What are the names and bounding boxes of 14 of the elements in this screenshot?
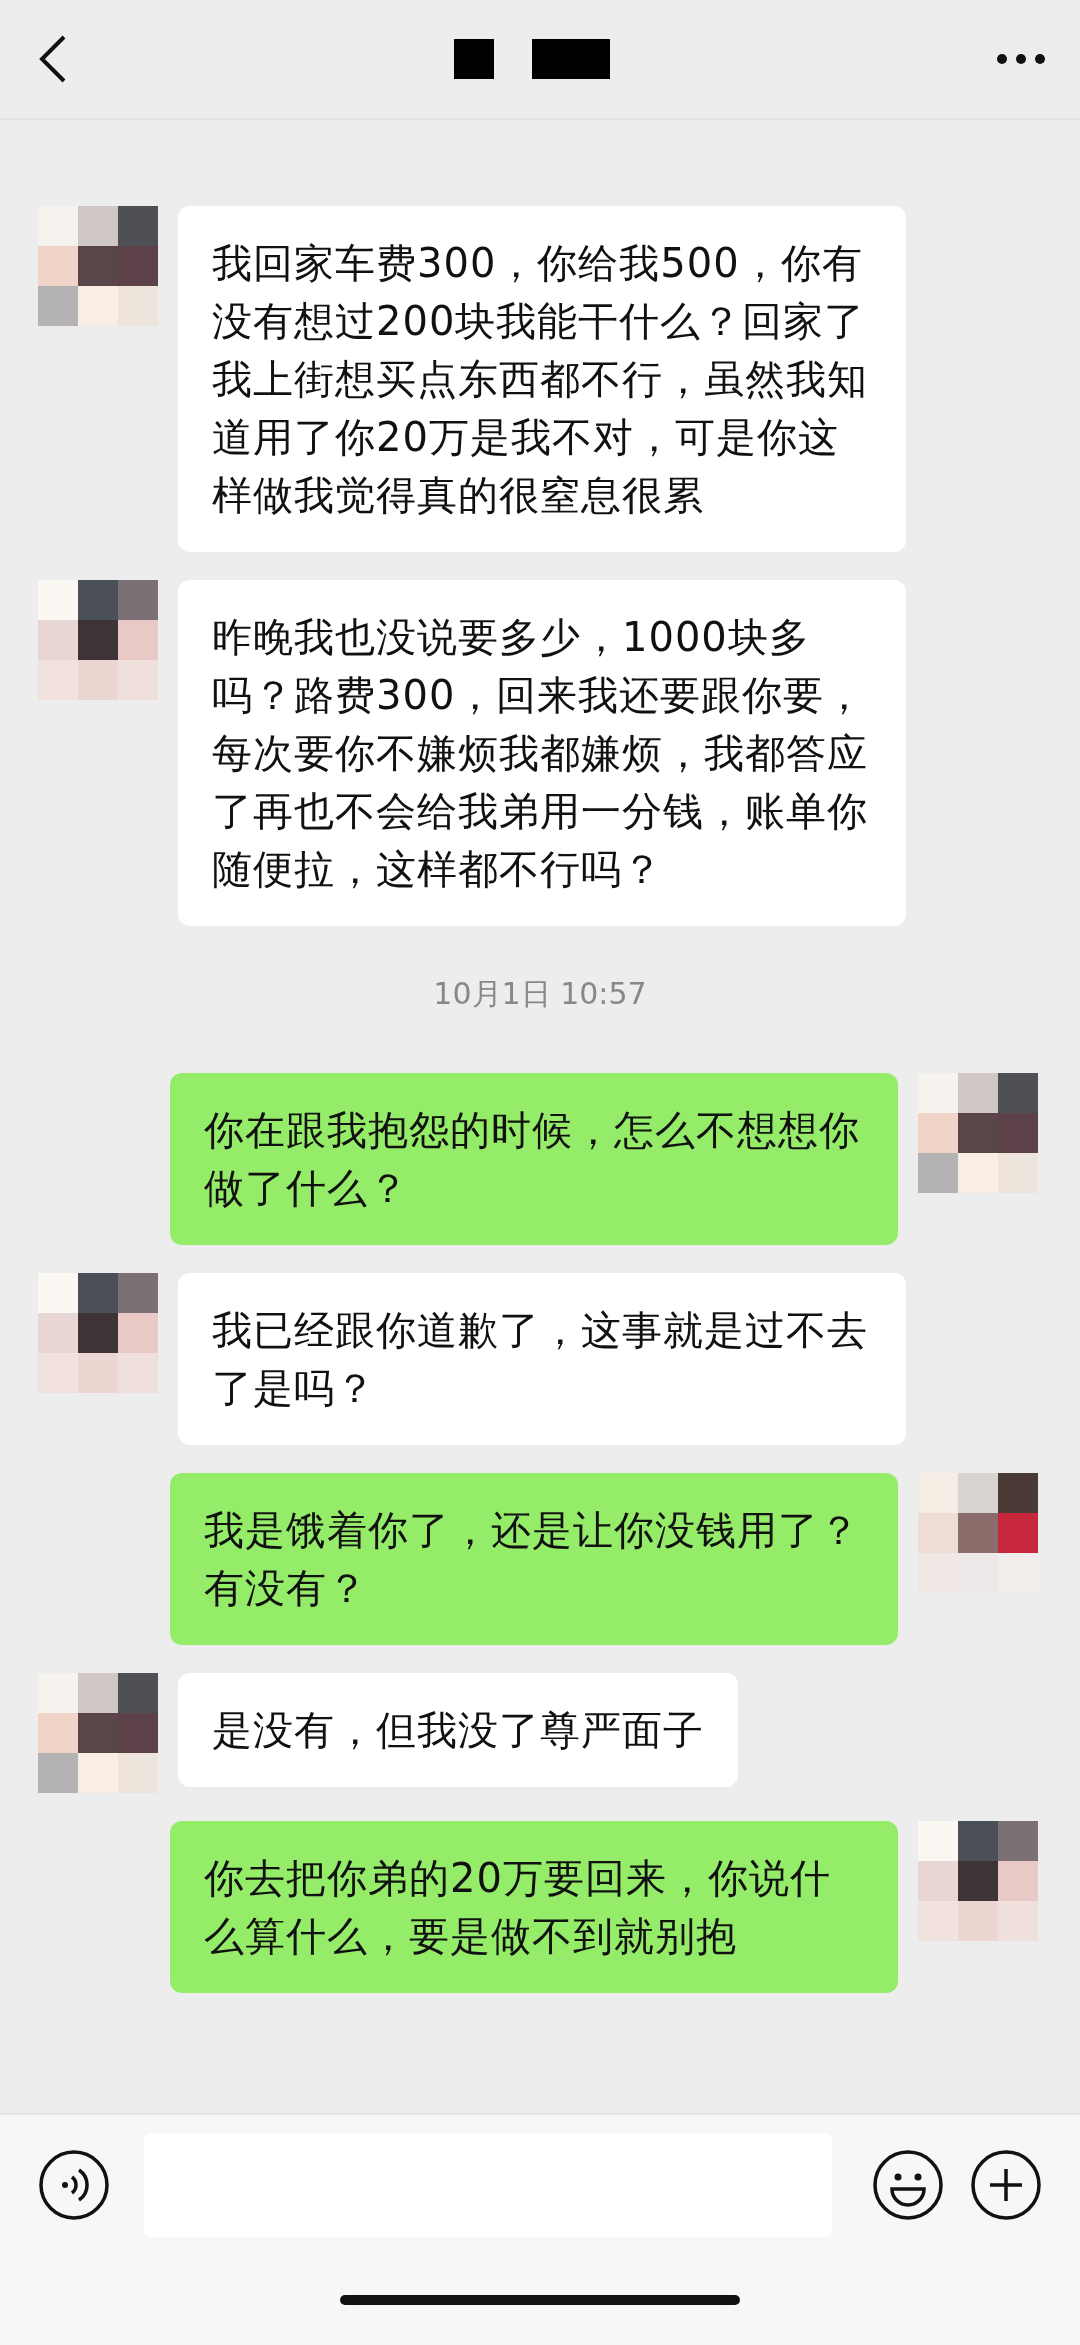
add-icon[interactable]: [970, 2149, 1042, 2221]
message-bubble: 你去把你弟的20万要回来，你说什么算什么，要是做不到就别抱: [170, 1821, 898, 1993]
timestamp: 10月1日 10:57: [433, 975, 647, 1013]
more-icon[interactable]: [996, 53, 1046, 65]
message-bubble: 我已经跟你道歉了，这事就是过不去了是吗？: [178, 1273, 906, 1445]
message-bubble: 是没有，但我没了尊严面子: [178, 1673, 738, 1787]
message-bubble: 昨晚我也没说要多少，1000块多吗？路费300，回来我还要跟你要，每次要你不嫌烦我都嫌烦，我都答应了再也不会给我弟用一分钱，账单你随便拉，这样都不行吗？: [178, 580, 906, 926]
message-bubble: 你在跟我抱怨的时候，怎么不想想你做了什么？: [170, 1073, 898, 1245]
redaction-mark: [454, 39, 494, 79]
voice-icon[interactable]: [38, 2149, 110, 2221]
message-bubble: 我是饿着你了，还是让你没钱用了？有没有？: [170, 1473, 898, 1645]
back-icon[interactable]: [38, 34, 68, 84]
message-bubble: 我回家车费300，你给我500，你有没有想过200块我能干什么？回家了我上街想买点东西都不行，虽然我知道用了你20万是我不对，可是你这样做我觉得真的很窒息很累: [178, 206, 906, 552]
emoji-icon[interactable]: [872, 2149, 944, 2221]
